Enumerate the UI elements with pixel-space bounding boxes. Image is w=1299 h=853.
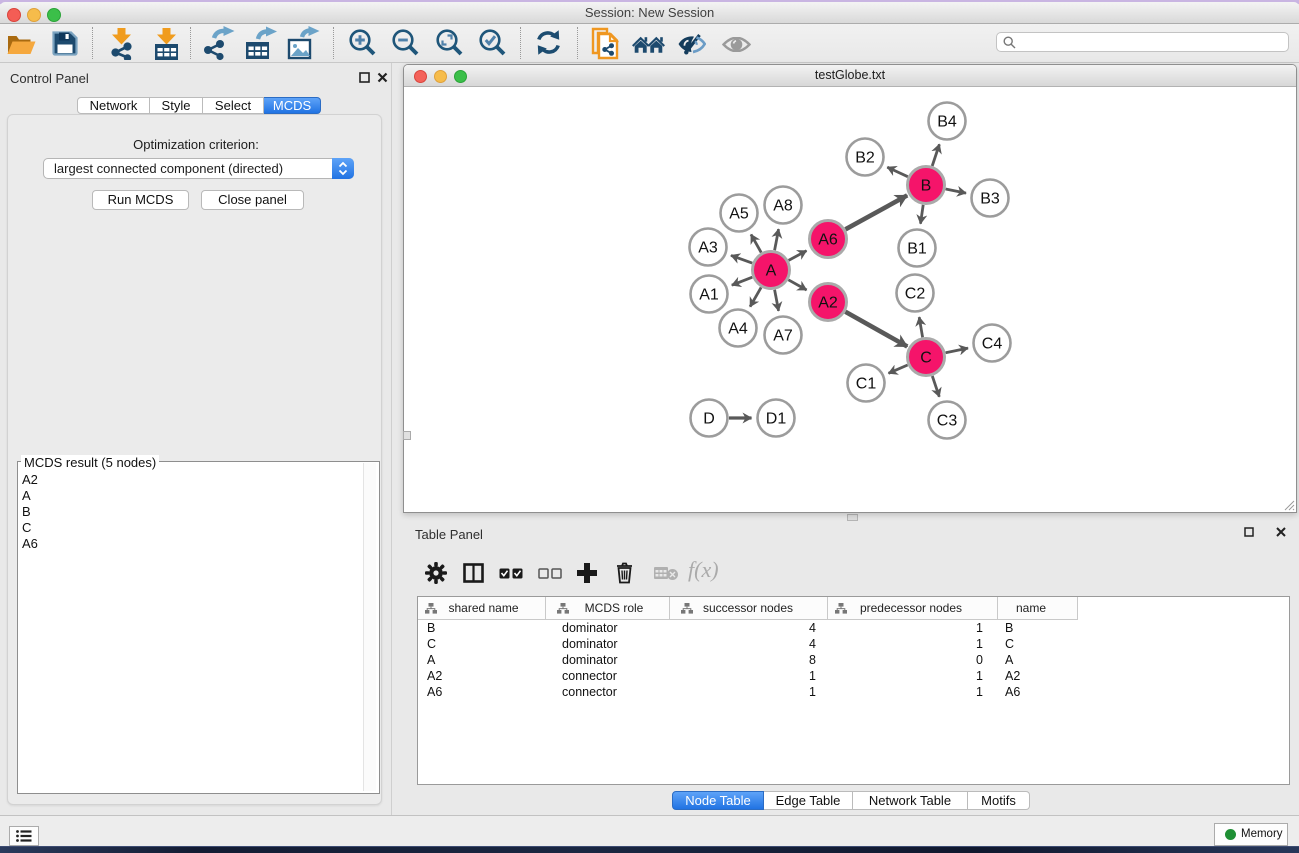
svg-text:B4: B4 xyxy=(937,114,957,131)
svg-text:C: C xyxy=(920,350,932,367)
svg-text:B: B xyxy=(921,178,932,195)
svg-text:C4: C4 xyxy=(982,336,1003,353)
svg-text:C3: C3 xyxy=(937,413,958,430)
svg-text:A7: A7 xyxy=(773,328,793,345)
svg-text:A5: A5 xyxy=(729,206,749,223)
svg-text:B3: B3 xyxy=(980,191,1000,208)
svg-text:A2: A2 xyxy=(818,295,838,312)
svg-text:A: A xyxy=(766,263,777,280)
svg-text:D: D xyxy=(703,411,715,428)
svg-text:B1: B1 xyxy=(907,241,927,258)
svg-text:C2: C2 xyxy=(905,286,926,303)
svg-text:A8: A8 xyxy=(773,198,793,215)
svg-text:A4: A4 xyxy=(728,321,748,338)
svg-text:C1: C1 xyxy=(856,376,877,393)
svg-text:A6: A6 xyxy=(818,232,838,249)
svg-text:D1: D1 xyxy=(766,411,787,428)
svg-text:B2: B2 xyxy=(855,150,875,167)
svg-text:A3: A3 xyxy=(698,240,718,257)
svg-text:A1: A1 xyxy=(699,287,719,304)
